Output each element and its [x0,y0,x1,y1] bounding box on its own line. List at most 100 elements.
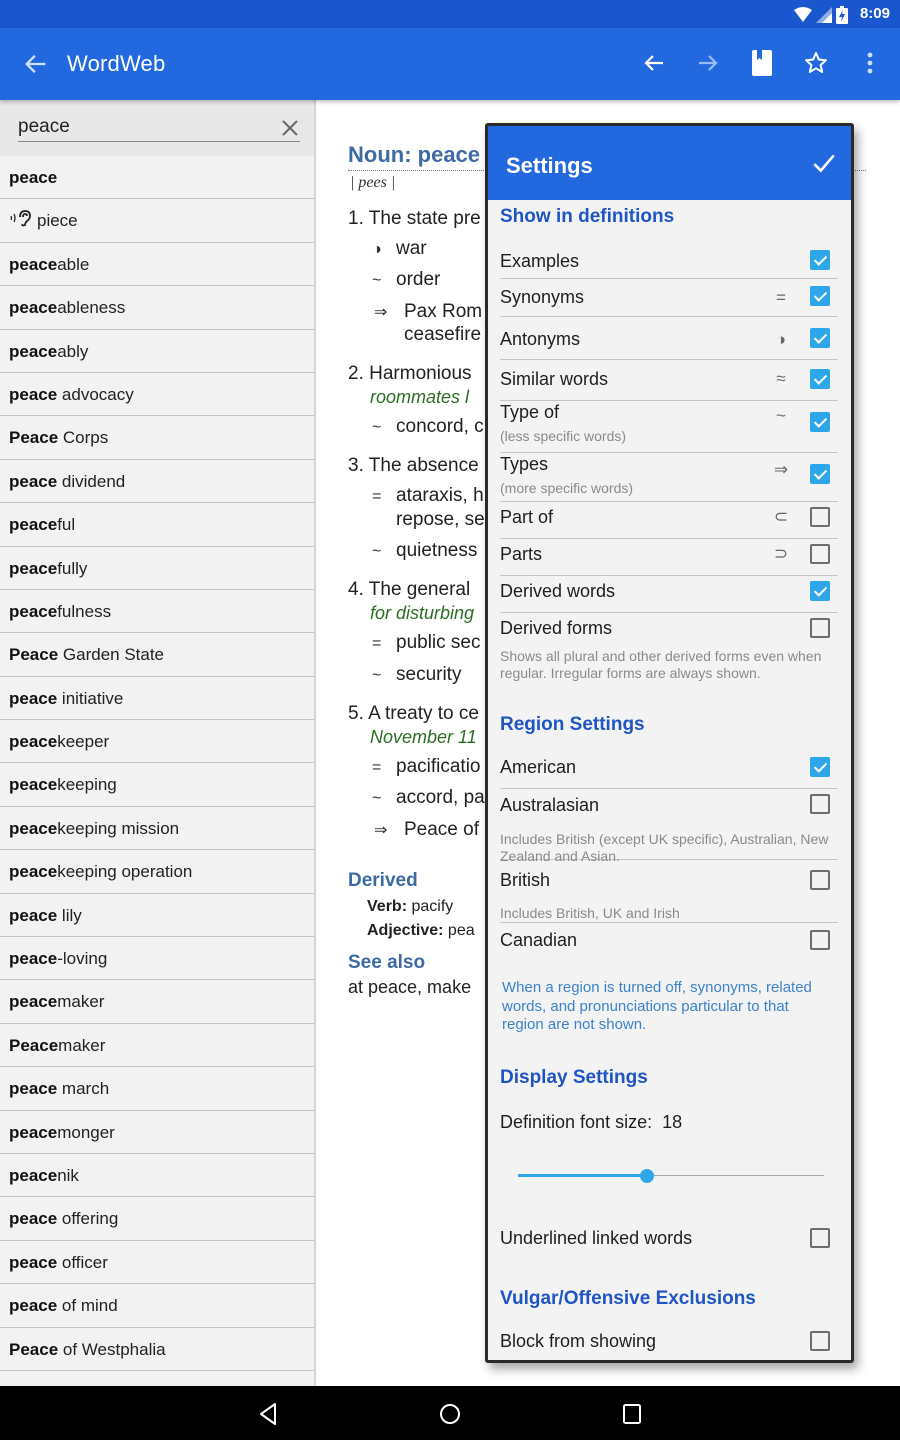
derived-adjective[interactable]: Adjective: pea [367,922,475,940]
region-row-australasian[interactable]: Australasian Includes British (except UK … [500,790,838,864]
checkbox[interactable] [810,464,830,484]
checkbox[interactable] [810,1228,830,1248]
sense-5-types[interactable]: ⇒ Peace of [374,819,479,841]
checkbox[interactable] [810,1331,830,1351]
underlined-linked-words-row[interactable]: Underlined linked words [500,1226,838,1256]
history-back-button[interactable] [640,48,668,78]
setting-row-derived-words[interactable]: Derived words [500,577,838,613]
checkbox[interactable] [810,794,830,814]
derived-verb[interactable]: Verb: pacify [367,898,453,916]
sense-2-similar[interactable]: ~ concord, c [372,416,484,438]
section-vulgar-exclusions: Vulgar/Offensive Exclusions [500,1288,756,1309]
nav-back-icon[interactable] [254,1400,282,1428]
word-list-item[interactable]: peacekeeping mission [0,807,314,851]
settings-header: Settings [488,126,851,200]
sense-3-synonyms-cont[interactable]: repose, se [396,509,485,531]
word-list-item[interactable]: Peacemaker [0,1024,314,1068]
sense-1-types-cont[interactable]: ceasefire [404,324,481,346]
word-list-item[interactable]: peace-loving [0,937,314,981]
setting-row-part-of[interactable]: Part of ⊂ [500,503,838,539]
setting-row-parts[interactable]: Parts ⊃ [500,540,838,576]
word-list-item[interactable]: peace [0,156,314,200]
word-list-item[interactable]: peace officer [0,1241,314,1285]
setting-label: Synonyms [500,287,585,307]
word-list-item[interactable]: peaceableness [0,286,314,330]
word-list-item[interactable]: peace march [0,1067,314,1111]
checkbox[interactable] [810,930,830,950]
sense-1-types[interactable]: ⇒ Pax Rom [374,301,482,323]
relation-symbol-icon: ⊂ [773,507,789,526]
word-list-item[interactable]: Peace Corps [0,416,314,460]
word-list-item[interactable]: peaceably [0,330,314,373]
checkbox[interactable] [810,757,830,777]
word-list-item[interactable]: peacekeeper [0,720,314,764]
search-input[interactable] [18,112,300,142]
sense-5-similar[interactable]: ~ accord, pa [372,787,485,809]
checkbox[interactable] [810,507,830,527]
setting-row-synonyms[interactable]: Synonyms = [500,280,838,317]
nav-recents-icon[interactable] [618,1400,646,1428]
setting-row-antonyms[interactable]: Antonyms ◑ [500,318,838,360]
slider-fill [518,1174,647,1177]
word-list-item[interactable]: peace of mind [0,1284,314,1328]
word-list-item[interactable]: Peace of Westphalia [0,1328,314,1371]
nav-home-icon[interactable] [436,1400,464,1428]
see-also-links[interactable]: at peace, make [348,977,471,998]
checkbox[interactable] [810,581,830,601]
app-bar: WordWeb [0,28,900,100]
history-forward-button[interactable] [694,48,722,78]
word-list-item[interactable]: peacenik [0,1154,314,1198]
bookmark-button[interactable] [748,48,776,78]
word-list-item[interactable]: peacefulness [0,590,314,634]
word-list-item[interactable]: Peace Garden State [0,633,314,677]
region-row-american[interactable]: American [500,753,838,789]
checkbox[interactable] [810,870,830,890]
checkbox[interactable] [810,250,830,270]
confirm-check-icon[interactable] [811,150,837,176]
pronunciation: | pees | [350,174,396,191]
sense-1-similar[interactable]: ~ order [372,269,440,291]
sense-4-similar[interactable]: ~ security [372,664,461,686]
checkbox[interactable] [810,618,830,638]
back-arrow-icon[interactable] [22,50,50,78]
word-list-item[interactable]: peacekeeping operation [0,850,314,894]
setting-row-type-of[interactable]: Type of (less specific words) ~ [500,402,838,453]
word-list-item[interactable]: peacemonger [0,1111,314,1154]
setting-label: Part of [500,507,554,527]
word-list-item[interactable]: peacemaker [0,980,314,1024]
slider-thumb[interactable] [639,1169,654,1183]
setting-row-similar-words[interactable]: Similar words ≈ [500,361,838,401]
word-list-item[interactable]: peace offering [0,1197,314,1241]
setting-row-examples[interactable]: Examples [500,245,838,279]
font-size-slider[interactable] [518,1169,824,1183]
favorite-button[interactable] [802,48,830,78]
sense-1-antonym[interactable]: ◑ war [372,238,427,260]
word-list-item[interactable]: peacekeeping [0,763,314,807]
checkbox[interactable] [810,328,830,348]
block-from-showing-row[interactable]: Block from showing [500,1329,838,1359]
sense-4-synonyms[interactable]: = public sec [372,632,481,654]
word-list-item[interactable]: peaceful [0,503,314,547]
word-list-item[interactable]: peace dividend [0,460,314,504]
setting-row-derived-forms[interactable]: Derived forms [500,614,838,650]
checkbox[interactable] [810,286,830,306]
checkbox[interactable] [810,369,830,389]
overflow-menu-button[interactable] [856,48,884,78]
word-list-item[interactable]: peacefully [0,547,314,590]
checkbox[interactable] [810,544,830,564]
region-row-canadian[interactable]: Canadian [500,924,838,960]
sense-5-synonyms[interactable]: = pacificatio [372,756,481,778]
word-list-item[interactable]: peace initiative [0,677,314,721]
font-size-label: Definition font size: [500,1112,653,1132]
word-list-item[interactable]: peaceable [0,243,314,287]
relation-symbol-icon: ◑ [775,330,787,349]
clear-search-icon[interactable] [280,118,300,138]
word-list-item[interactable]: peace lily [0,894,314,938]
word-list-item[interactable]: piece [0,199,314,243]
setting-row-types[interactable]: Types (more specific words) ⇒ [500,454,838,502]
sense-3-similar[interactable]: ~ quietness [372,540,477,562]
sense-3-synonyms[interactable]: = ataraxis, h [372,485,484,507]
word-list-item[interactable]: peace advocacy [0,373,314,417]
region-row-british[interactable]: British Includes British, UK and Irish [500,861,838,923]
checkbox[interactable] [810,412,830,432]
